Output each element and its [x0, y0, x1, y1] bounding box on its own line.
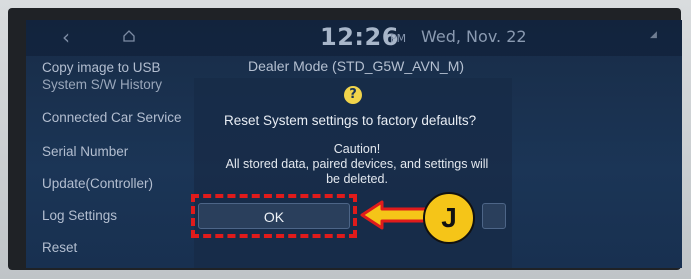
status-bar: ‹ 12:26 PM Wed, Nov. 22 ◢ [26, 20, 682, 56]
menu-item-connected-car[interactable]: Connected Car Service [42, 110, 182, 125]
menu-item-reset[interactable]: Reset [42, 240, 77, 255]
menu-item-copy-image[interactable]: Copy image to USB [42, 60, 161, 75]
caution-line-2: be deleted. [326, 172, 388, 186]
dialog-caution: Caution! All stored data, paired devices… [204, 142, 510, 187]
menu-item-update[interactable]: Update(Controller) [42, 176, 153, 191]
side-menu: Copy image to USB System S/W History Con… [26, 56, 196, 268]
clock-ampm: PM [390, 32, 407, 45]
menu-item-sw-history[interactable]: System S/W History [42, 77, 162, 92]
clock-time: 12:26 [320, 23, 399, 51]
annotation-highlight-box [191, 194, 357, 238]
page-title: Dealer Mode (STD_G5W_AVN_M) [248, 58, 465, 74]
caution-line-1: All stored data, paired devices, and set… [225, 157, 489, 171]
annotation-callout: J [423, 192, 475, 244]
caution-title: Caution! [333, 142, 381, 156]
menu-item-serial-number[interactable]: Serial Number [42, 144, 128, 159]
question-icon: ? [344, 86, 362, 104]
signal-icon: ◢ [650, 30, 657, 40]
dialog-question: Reset System settings to factory default… [224, 113, 477, 128]
date-display: Wed, Nov. 22 [421, 27, 527, 46]
cancel-button[interactable] [482, 203, 506, 229]
annotation-arrow-icon [360, 200, 428, 230]
menu-item-log-settings[interactable]: Log Settings [42, 208, 117, 223]
home-icon[interactable] [122, 29, 136, 43]
back-icon[interactable]: ‹ [62, 26, 70, 48]
